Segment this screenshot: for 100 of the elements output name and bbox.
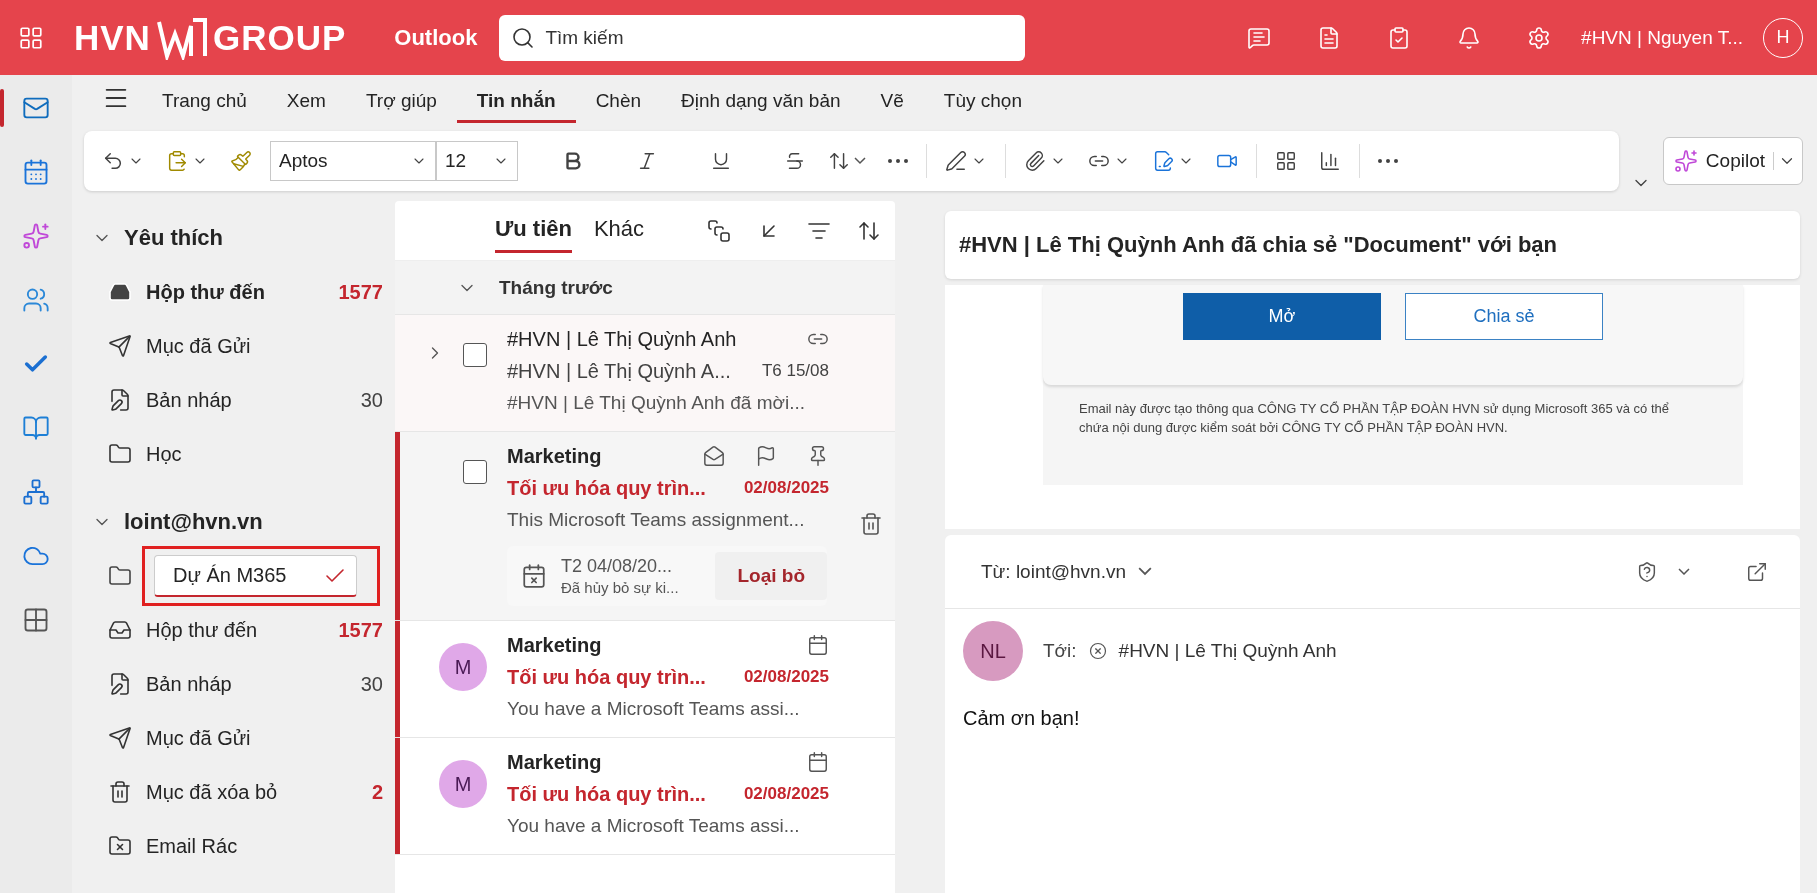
underline-icon (710, 150, 732, 172)
apps-icon (22, 606, 50, 634)
line-spacing-icon (828, 150, 850, 172)
sender-avatar: M (439, 643, 487, 691)
folder-item[interactable]: Bản nháp 30 (92, 657, 395, 711)
sparkle-icon (22, 222, 50, 250)
from-selector[interactable]: Từ: loint@hvn.vn (981, 560, 1152, 583)
ribbon-tab[interactable]: Vẽ (860, 81, 924, 123)
pencil-icon (108, 672, 132, 696)
unread-count: 1577 (338, 618, 383, 642)
ribbon-tab[interactable]: Tin nhắn (456, 81, 576, 123)
folder-name: Bản nháp (146, 672, 233, 696)
email-footer-text: Email này được tạo thông qua CÔNG TY CỔ PHẦN TẬP ĐOÀN HVN sử dụng Microsoft 365 và có thể chứa nội dung được kiểm soát bởi CÔNG TY CỔ PHẦN TẬP ĐOÀN HVN. (1078, 400, 1670, 437)
message-subject: Tối ưu hóa quy trìn... (507, 476, 706, 500)
search-field[interactable]: Tìm kiếm (499, 14, 1026, 61)
to-label: Tới: (1043, 640, 1077, 662)
folder-item[interactable]: Mục đã Gửi (92, 319, 395, 373)
chat-icon (1247, 25, 1272, 50)
remove-icon (1088, 642, 1107, 660)
caret-icon (1138, 567, 1152, 576)
message-item[interactable]: Marketing Tối ưu hóa quy trìn... 02/08/2025 This Microsoft Teams assignment... T2 04/08/20... Đã hủy bỏ sự ki... Loại bỏ (395, 432, 895, 621)
message-item[interactable]: M Marketing Tối ưu hóa quy trìn... 02/08/2025 You have a Microsoft Teams assi... (395, 738, 895, 855)
folder-item[interactable]: Email Rác (92, 819, 395, 873)
message-date: 02/08/2025 (743, 667, 829, 687)
trash-icon (108, 780, 132, 804)
folder-item[interactable]: Bản nháp 30 (92, 373, 395, 427)
section-title[interactable]: loint@hvn.vn (124, 509, 263, 535)
folder-item[interactable]: Hộp thư đến 1577 (92, 603, 395, 657)
group-header: Tháng trước (499, 276, 613, 299)
checkbox[interactable] (463, 343, 487, 367)
card-button[interactable]: Mở (1183, 293, 1381, 340)
send-icon (108, 726, 132, 750)
clipboard-icon (166, 150, 188, 172)
ribbon-tab[interactable]: Chèn (575, 81, 662, 123)
font-select[interactable]: Aptos (270, 141, 436, 181)
card-button[interactable]: Chia sẻ (1405, 293, 1603, 340)
reply-body-text: Cảm ơn bạn! (962, 706, 1081, 730)
undo-icon (102, 150, 124, 172)
inbox-tab[interactable]: Khác (593, 208, 645, 253)
checkbox[interactable] (463, 460, 487, 484)
settings-icon (1527, 25, 1552, 50)
brand-logo-text: HVN (74, 17, 151, 58)
calendar-icon (807, 751, 829, 773)
folder-name: Mục đã xóa bỏ (146, 780, 279, 804)
unread-count: 1577 (338, 280, 383, 304)
event-status: Đã hủy bỏ sự ki... (561, 579, 680, 596)
inbox-tab[interactable]: Ưu tiên (495, 208, 572, 253)
font-size-select[interactable]: 12 (436, 141, 518, 181)
message-item[interactable]: M Marketing Tối ưu hóa quy trìn... 02/08/2025 You have a Microsoft Teams assi... (395, 621, 895, 738)
org-chart-icon (22, 478, 50, 506)
signature-icon (1152, 150, 1174, 172)
unread-count: 2 (371, 780, 383, 804)
message-subject: Tối ưu hóa quy trìn... (507, 782, 706, 806)
paperclip-icon (1024, 150, 1046, 172)
folder-item[interactable]: Học (92, 427, 395, 481)
notification-icon (1457, 25, 1482, 50)
sender-name: #HVN | Lê Thị Quỳnh Anh (507, 327, 737, 351)
ribbon-tab[interactable]: Tùy chọn (923, 81, 1042, 123)
apps-icon (1275, 150, 1297, 172)
calendar-cancel-icon (521, 563, 547, 589)
account-name[interactable]: #HVN | Nguyen T... (1581, 26, 1743, 49)
more-icon (888, 159, 908, 163)
book-icon (22, 414, 50, 442)
message-preview: #HVN | Lê Thị Quỳnh Anh đã mời... (507, 392, 805, 414)
bar-chart-icon (1319, 150, 1341, 172)
sender-avatar: NL (963, 621, 1023, 681)
ribbon-tab[interactable]: Định dạng văn bản (661, 81, 861, 123)
folder-name: Mục đã Gửi (146, 334, 252, 358)
calendar-icon (22, 158, 50, 186)
recipient-name: #HVN | Lê Thị Quỳnh Anh (1118, 640, 1337, 662)
event-date: T2 04/08/20... (561, 556, 674, 577)
pencil-icon (108, 388, 132, 412)
ribbon-tab[interactable]: Trang chủ (142, 81, 267, 123)
message-preview: This Microsoft Teams assignment... (507, 509, 805, 531)
search-icon (511, 25, 536, 50)
folder-icon (108, 442, 132, 466)
pop-out-icon (1746, 560, 1768, 583)
app-launcher-icon (18, 24, 44, 51)
ribbon-tab[interactable]: Xem (266, 81, 346, 123)
copilot-button[interactable]: Copilot (1662, 137, 1803, 185)
more-icon (1378, 159, 1398, 163)
message-preview: You have a Microsoft Teams assi... (507, 815, 800, 837)
folder-item[interactable]: Hộp thư đến 1577 (92, 265, 395, 319)
active-indicator (0, 89, 4, 127)
caret-icon (854, 157, 866, 165)
caret-icon (1678, 567, 1690, 576)
message-subject: Tối ưu hóa quy trìn... (507, 665, 706, 689)
message-item[interactable]: #HVN | Lê Thị Quỳnh Anh #HVN | Lê Thị Quỳnh A... T6 15/08 #HVN | Lê Thị Quỳnh Anh đã mời... (395, 315, 895, 432)
rename-field[interactable]: Dự Án M365 (154, 555, 357, 597)
folder-item[interactable]: Mục đã xóa bỏ 2 (92, 765, 395, 819)
message-date: 02/08/2025 (743, 478, 829, 498)
shield-icon (1636, 560, 1658, 583)
dismiss-button[interactable]: Loại bỏ (715, 552, 827, 600)
pen-icon (945, 150, 967, 172)
section-title[interactable]: Yêu thích (124, 225, 223, 251)
ribbon-tab[interactable]: Trợ giúp (345, 81, 457, 123)
app-name: Outlook (394, 24, 478, 51)
folder-name: Email Rác (146, 834, 239, 858)
folder-item[interactable]: Mục đã Gửi (92, 711, 395, 765)
folder-name: Bản nháp (146, 388, 233, 412)
